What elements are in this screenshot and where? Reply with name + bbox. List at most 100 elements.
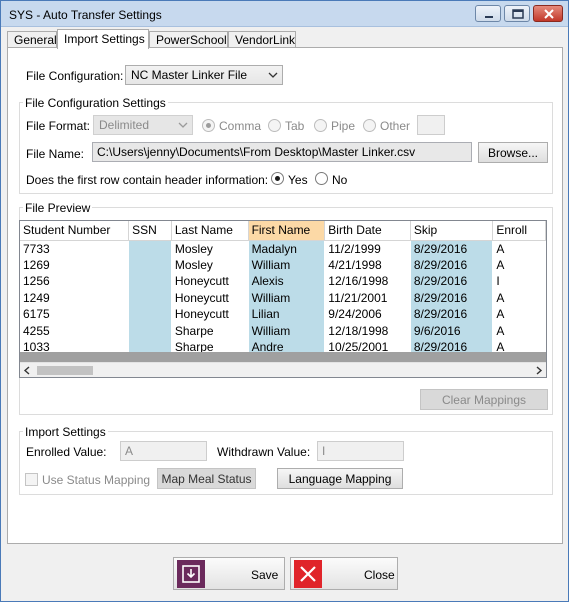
preview-table: Student Number SSN Last Name First Name … (20, 221, 546, 356)
file-configuration-value: NC Master Linker File (131, 68, 248, 82)
table-row[interactable]: 4255 Sharpe William 12/18/1998 9/6/2016 A (20, 322, 546, 339)
enrolled-value-label: Enrolled Value: (26, 445, 107, 459)
save-icon (177, 560, 205, 588)
tab-vendorlink[interactable]: VendorLink (228, 31, 296, 48)
file-configuration-select[interactable]: NC Master Linker File (125, 65, 283, 85)
withdrawn-value-label: Withdrawn Value: (217, 445, 311, 459)
chevron-down-icon (268, 72, 278, 78)
column-header-birth-date[interactable]: Birth Date (324, 221, 411, 241)
delimiter-pipe-label: Pipe (331, 119, 356, 133)
tab-powerschool[interactable]: PowerSchool (149, 31, 228, 48)
table-cell: A (492, 256, 546, 273)
table-cell (128, 322, 172, 339)
use-status-mapping-checkbox[interactable] (25, 473, 38, 486)
table-cell: 12/18/1998 (324, 322, 411, 339)
table-cell: 7733 (20, 240, 130, 257)
close-button[interactable]: Close (290, 557, 398, 590)
file-name-input[interactable]: C:\Users\jenny\Documents\From Desktop\Ma… (92, 142, 472, 162)
minimize-button[interactable] (475, 5, 501, 22)
preview-body: 7733 Mosley Madalyn 11/2/1999 8/29/2016 A 1269… (20, 240, 546, 356)
language-mapping-button[interactable]: Language Mapping (277, 468, 403, 489)
table-cell: Madalyn (248, 240, 326, 257)
header-no-radio[interactable] (315, 172, 328, 185)
enrolled-value-input[interactable]: A (120, 441, 207, 461)
table-row[interactable]: 7733 Mosley Madalyn 11/2/1999 8/29/2016 A (20, 240, 546, 257)
table-cell (128, 306, 172, 323)
delimiter-comma-radio[interactable] (202, 119, 215, 132)
table-cell (128, 273, 172, 290)
other-delimiter-input[interactable] (417, 115, 445, 135)
table-cell: 9/6/2016 (410, 322, 494, 339)
table-row[interactable]: 1256 Honeycutt Alexis 12/16/1998 8/29/2016 I (20, 273, 546, 290)
maximize-button[interactable] (504, 5, 530, 22)
close-icon (544, 9, 554, 19)
delimiter-comma-label: Comma (219, 119, 262, 133)
column-header-last-name[interactable]: Last Name (171, 221, 249, 241)
table-cell: Honeycutt (171, 273, 249, 290)
table-cell: A (492, 306, 546, 323)
table-row[interactable]: 1269 Mosley William 4/21/1998 8/29/2016 A (20, 256, 546, 273)
header-yes-label: Yes (288, 173, 308, 187)
table-cell: 4/21/1998 (324, 256, 411, 273)
delimiter-pipe-radio[interactable] (314, 119, 327, 132)
scrollbar-thumb[interactable] (37, 366, 93, 375)
file-configuration-settings-title: File Configuration Settings (23, 96, 168, 110)
delimiter-tab-radio[interactable] (268, 119, 281, 132)
header-yes-radio[interactable] (271, 172, 284, 185)
table-cell: Alexis (248, 273, 326, 290)
header-row: Student Number SSN Last Name First Name … (20, 221, 546, 241)
tab-import-settings[interactable]: Import Settings (57, 29, 149, 49)
file-name-label: File Name: (26, 147, 85, 161)
file-preview-title: File Preview (23, 201, 93, 215)
table-cell: William (248, 322, 326, 339)
table-cell: 8/29/2016 (410, 240, 494, 257)
clear-mappings-button[interactable]: Clear Mappings (420, 389, 548, 410)
table-cell: 8/29/2016 (410, 306, 494, 323)
scroll-right-icon[interactable] (535, 366, 543, 375)
column-header-skip[interactable]: Skip (410, 221, 494, 241)
close-label: Close (364, 568, 395, 582)
window-close-button[interactable] (533, 5, 563, 22)
horizontal-scrollbar[interactable] (20, 362, 546, 377)
table-cell: 11/21/2001 (324, 289, 411, 306)
table-cell: Honeycutt (171, 306, 249, 323)
table-cell: William (248, 289, 326, 306)
import-settings-title: Import Settings (23, 425, 108, 439)
table-row[interactable]: 1249 Honeycutt William 11/21/2001 8/29/2016 A (20, 289, 546, 306)
table-cell: 8/29/2016 (410, 256, 494, 273)
auto-transfer-settings-window: SYS - Auto Transfer Settings General Imp… (0, 0, 569, 602)
file-format-value: Delimited (99, 118, 150, 132)
file-preview-grid[interactable]: Student Number SSN Last Name First Name … (19, 220, 547, 378)
column-header-enroll[interactable]: Enroll (492, 221, 546, 241)
file-format-select[interactable]: Delimited (93, 115, 193, 135)
table-cell (128, 289, 172, 306)
map-meal-status-button[interactable]: Map Meal Status (157, 468, 256, 489)
table-cell: 1256 (20, 273, 130, 290)
table-cell: 8/29/2016 (410, 273, 494, 290)
restore-icon (512, 9, 524, 19)
file-format-label: File Format: (26, 119, 91, 133)
file-configuration-label: File Configuration: (26, 69, 124, 83)
column-header-first-name[interactable]: First Name (248, 221, 326, 241)
table-row[interactable]: 6175 Honeycutt Lilian 9/24/2006 8/29/2016 A (20, 306, 546, 323)
save-button[interactable]: Save (173, 557, 285, 590)
table-cell: Lilian (248, 306, 326, 323)
withdrawn-value-input[interactable]: I (317, 441, 404, 461)
browse-button[interactable]: Browse... (478, 142, 548, 163)
table-cell: 1249 (20, 289, 130, 306)
table-cell: 12/16/1998 (324, 273, 411, 290)
table-cell: A (492, 240, 546, 257)
window-title: SYS - Auto Transfer Settings (9, 8, 162, 22)
table-cell: A (492, 322, 546, 339)
column-header-student-number[interactable]: Student Number (20, 221, 130, 241)
delimiter-other-radio[interactable] (363, 119, 376, 132)
tab-general[interactable]: General (7, 31, 57, 48)
table-cell: 8/29/2016 (410, 289, 494, 306)
column-header-ssn[interactable]: SSN (128, 221, 172, 241)
delimiter-tab-label: Tab (285, 119, 305, 133)
table-cell (128, 256, 172, 273)
table-cell: 9/24/2006 (324, 306, 411, 323)
table-cell: 1269 (20, 256, 130, 273)
table-cell: A (492, 289, 546, 306)
scroll-left-icon[interactable] (23, 366, 31, 375)
